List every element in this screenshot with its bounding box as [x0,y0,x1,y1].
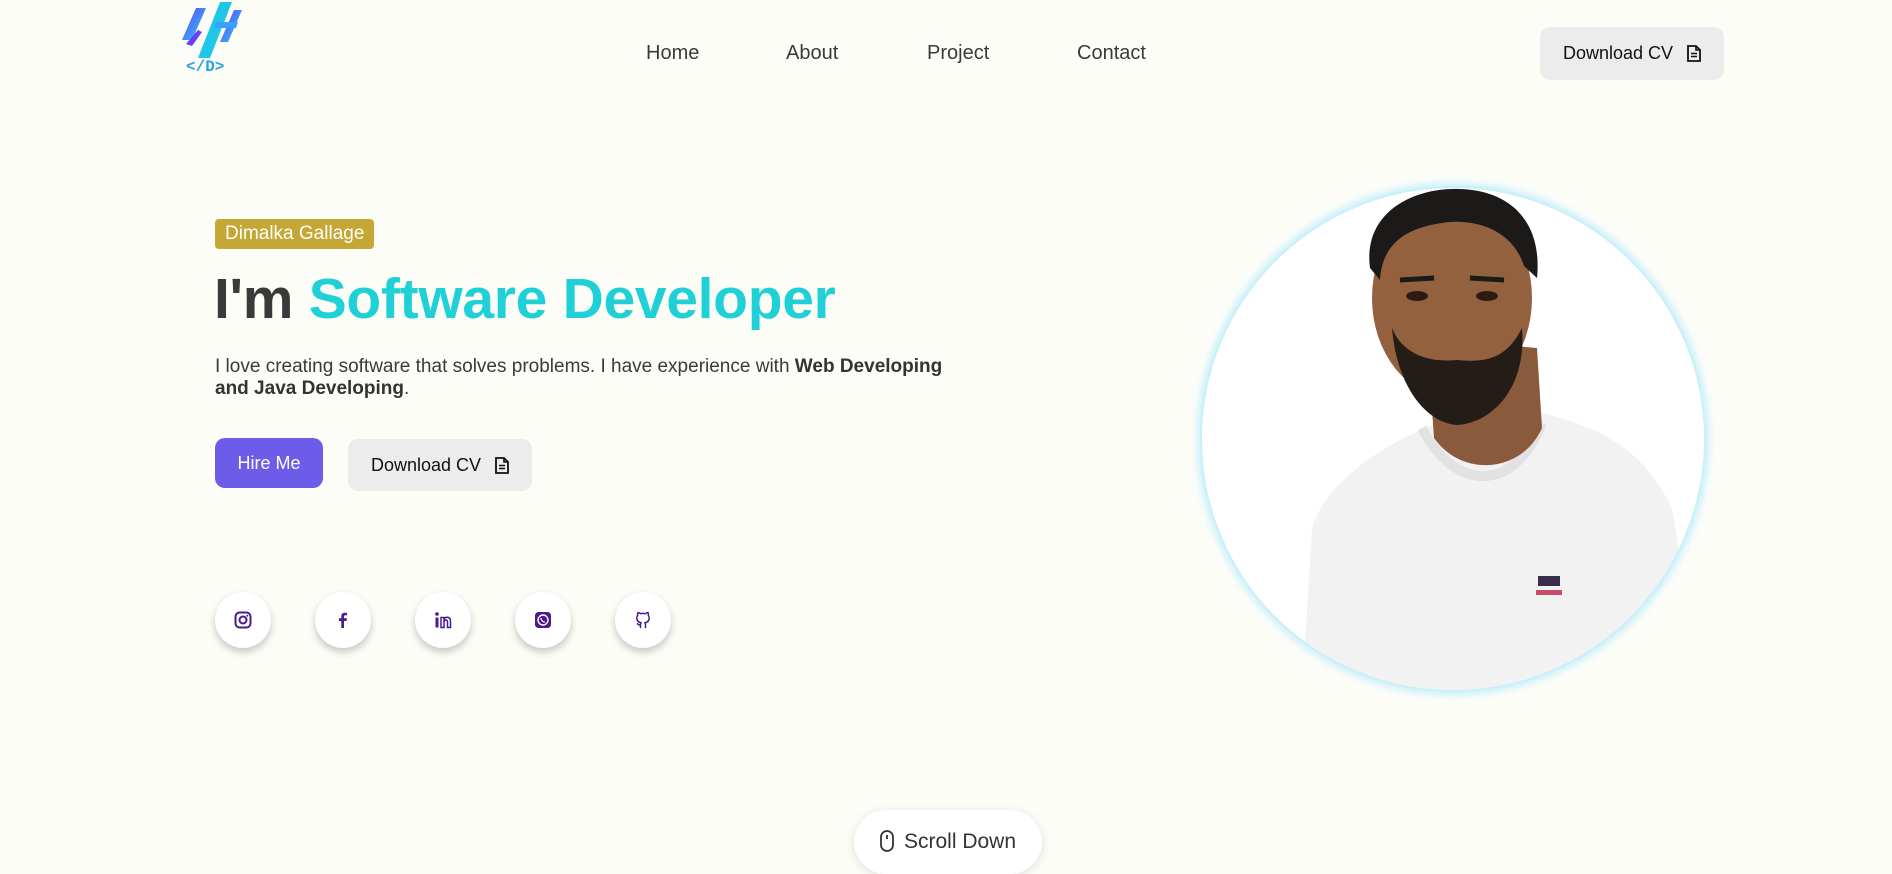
linkedin-icon [435,612,452,629]
headline-prefix: I'm [214,267,309,331]
profile-photo [1202,188,1704,690]
document-icon [495,456,509,474]
hire-me-button[interactable]: Hire Me [215,438,323,488]
whatsapp-icon [535,612,551,628]
facebook-button[interactable] [315,592,371,648]
hero-download-cv-button[interactable]: Download CV [348,439,532,491]
nav-link-home[interactable]: Home [646,42,699,65]
nav-link-about[interactable]: About [786,42,838,65]
document-icon [1687,45,1701,62]
profile-portrait-image [1202,188,1704,690]
github-icon [636,611,650,629]
hero-description: I love creating software that solves pro… [215,356,955,400]
instagram-button[interactable] [215,592,271,648]
instagram-icon [234,611,252,629]
svg-text:</D>: </D> [186,58,224,76]
nav-link-contact[interactable]: Contact [1077,42,1146,65]
download-cv-label: Download CV [370,454,482,475]
description-text: I love creating software that solves pro… [215,356,795,377]
name-badge: Dimalka Gallage [215,219,375,249]
description-end: . [404,378,410,399]
headline-accent: Software Developer [308,267,836,331]
linkedin-button[interactable] [415,592,471,648]
facebook-icon [339,612,347,628]
scroll-down-label: Scroll Down [903,830,1017,853]
scroll-down-button[interactable]: Scroll Down [854,810,1042,874]
mouse-icon [880,830,894,852]
hero-headline: I'm Software Developer [214,266,836,332]
github-button[interactable] [615,592,671,648]
site-logo[interactable]: </D> [176,0,248,76]
download-cv-label: Download CV [1562,43,1674,63]
header-download-cv-button[interactable]: Download CV [1540,27,1724,80]
whatsapp-button[interactable] [515,592,571,648]
logo-mark-icon: </D> [182,2,242,76]
nav-link-project[interactable]: Project [927,42,989,65]
